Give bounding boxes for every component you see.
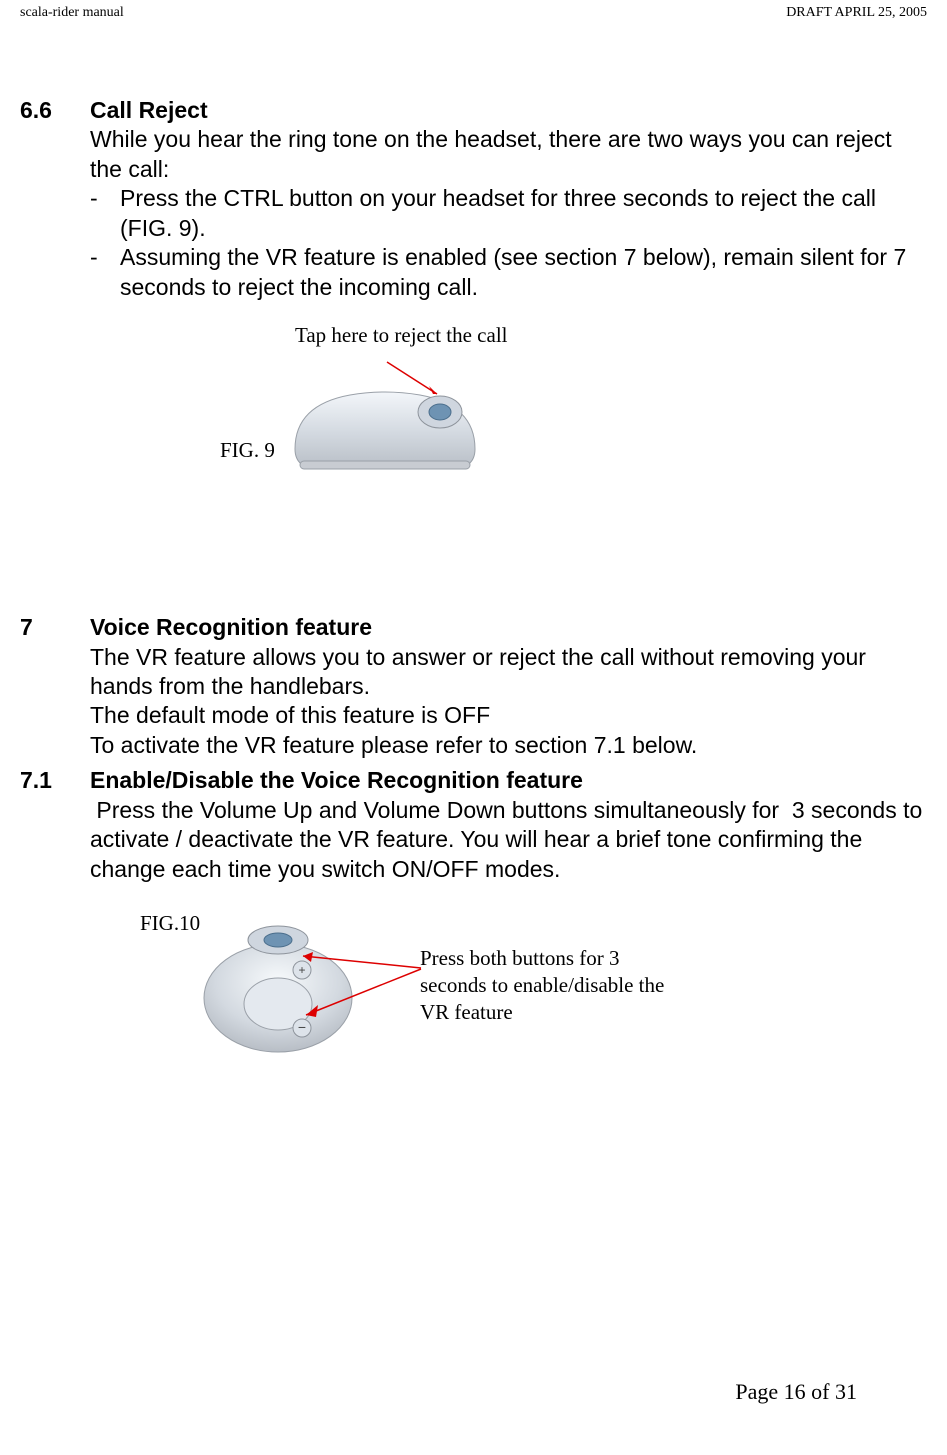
figure-10-caption: Press both buttons for 3 seconds to enab… xyxy=(420,945,680,1026)
svg-text:+: + xyxy=(298,963,305,977)
section-number-7: 7 xyxy=(20,613,90,642)
section-7-line-1: The VR feature allows you to answer or r… xyxy=(90,643,927,702)
section-6-6-bullet-1: Press the CTRL button on your headset fo… xyxy=(120,184,927,243)
figure-9-caption: Tap here to reject the call xyxy=(295,322,525,349)
headset-device-front-illustration: + − xyxy=(198,920,358,1060)
section-6-6-bullet-2: Assuming the VR feature is enabled (see … xyxy=(120,243,927,302)
figure-10-area: FIG.10 Press both buttons for 3 seconds … xyxy=(90,910,790,1110)
section-number-6-6: 6.6 xyxy=(20,96,90,125)
section-7-1-body: Press the Volume Up and Volume Down butt… xyxy=(90,796,927,884)
section-title-enable-disable-vr: Enable/Disable the Voice Recognition fea… xyxy=(90,766,583,795)
svg-text:−: − xyxy=(298,1019,306,1035)
bullet-dash: - xyxy=(90,243,120,302)
header-right: DRAFT APRIL 25, 2005 xyxy=(786,5,927,21)
header-left: scala-rider manual xyxy=(20,5,124,21)
section-7-line-2: The default mode of this feature is OFF xyxy=(90,701,927,730)
headset-device-illustration xyxy=(290,377,480,477)
figure-9-area: Tap here to reject the call FIG. 9 xyxy=(90,322,620,502)
section-number-7-1: 7.1 xyxy=(20,766,90,795)
page-footer: Page 16 of 31 xyxy=(735,1379,857,1405)
section-6-6-intro: While you hear the ring tone on the head… xyxy=(90,125,927,184)
section-7-line-3: To activate the VR feature please refer … xyxy=(90,731,927,760)
bullet-dash: - xyxy=(90,184,120,243)
figure-10-label: FIG.10 xyxy=(140,910,200,937)
figure-9-label: FIG. 9 xyxy=(220,437,275,464)
section-title-vr-feature: Voice Recognition feature xyxy=(90,613,372,642)
section-title-call-reject: Call Reject xyxy=(90,96,208,125)
